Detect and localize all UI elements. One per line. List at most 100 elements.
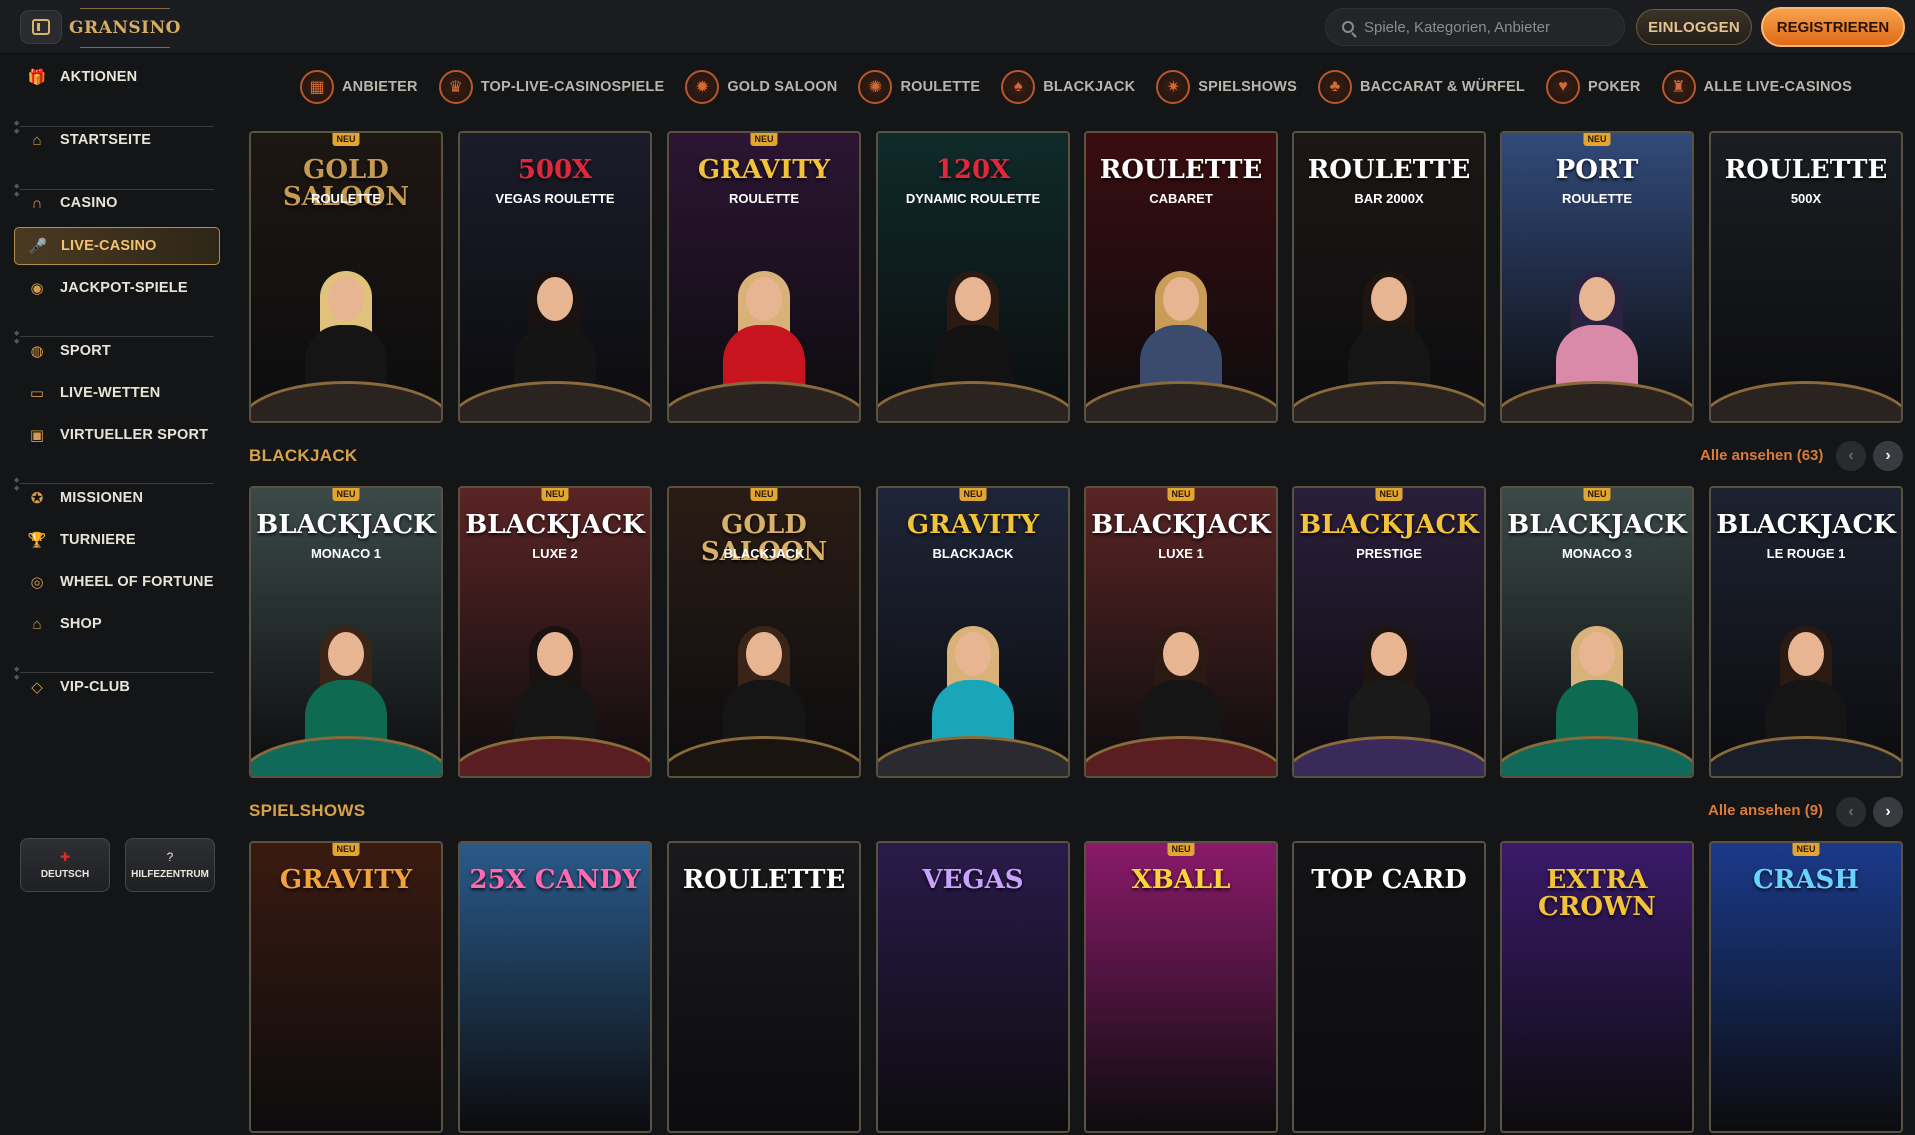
top-header: GRANSINO EINLOGGEN REGISTRIEREN <box>0 0 1915 54</box>
game-title: 500x <box>517 155 593 185</box>
game-tile[interactable]: VEGAS <box>876 841 1070 1133</box>
category-label: GOLD SALOON <box>727 79 838 95</box>
section-title-blackjack: BLACKJACK <box>249 446 358 465</box>
site-logo[interactable]: GRANSINO <box>69 8 180 48</box>
game-subtitle: MONACO 3 <box>1561 546 1633 561</box>
category-label: POKER <box>1587 79 1641 95</box>
search-input[interactable] <box>1364 18 1604 36</box>
sidebar-item-label: SHOP <box>60 616 102 632</box>
new-badge: NEU <box>959 488 987 501</box>
category-label: TOP-LIVE-CASINOSPIELE <box>480 79 665 95</box>
category-top-live-casinospiele[interactable]: ♛ TOP-LIVE-CASINOSPIELE <box>438 70 665 104</box>
game-subtitle: ROULETTE <box>1561 191 1633 206</box>
game-title: BLACKJACK <box>1507 510 1687 540</box>
game-subtitle: ROULETTE <box>728 191 800 206</box>
help-center-button[interactable]: ? HILFEZENTRUM <box>125 838 215 892</box>
gold-saloon-icon: ✹ <box>685 70 720 104</box>
game-title: CRASH <box>1753 865 1859 895</box>
game-subtitle: 500X <box>1790 191 1822 206</box>
game-tile[interactable]: ROULETTE BAR 2000X <box>1292 131 1486 423</box>
category-roulette[interactable]: ✺ ROULETTE <box>858 70 980 104</box>
blackjack-next-button[interactable]: › <box>1873 441 1903 471</box>
game-tile[interactable]: TOP CARD <box>1292 841 1486 1133</box>
game-tile[interactable]: NEU Gold Saloon BLACKJACK <box>667 486 861 778</box>
sidebar-item-live-casino[interactable]: 🎤 LIVE-CASINO <box>14 227 220 265</box>
game-tile[interactable]: BLACKJACK LE ROUGE 1 <box>1709 486 1903 778</box>
sidebar-item-wheel-of-fortune[interactable]: ◎ WHEEL OF FORTUNE <box>14 563 220 601</box>
sidebar-item-label: JACKPOT-SPIELE <box>60 280 188 296</box>
game-tile[interactable]: NEU Gold Saloon ROULETTE <box>249 131 443 423</box>
game-tile[interactable]: ROULETTE CABARET <box>1084 131 1278 423</box>
game-title: Extra Crown <box>1538 865 1656 922</box>
new-badge: NEU <box>541 488 569 501</box>
baccarat-icon: ♣ <box>1317 70 1352 104</box>
sidebar-item-live-wetten[interactable]: ▭ LIVE-WETTEN <box>14 374 220 412</box>
gift-icon: 🎁 <box>27 69 47 86</box>
game-tile[interactable]: NEU BLACKJACK LUXE 1 <box>1084 486 1278 778</box>
game-tile[interactable]: NEU BLACKJACK MONACO 3 <box>1500 486 1694 778</box>
game-tile[interactable]: NEU Xball <box>1084 841 1278 1133</box>
new-badge: NEU <box>1583 133 1611 146</box>
game-title: BLACKJACK <box>465 510 645 540</box>
gameshow-icon: ✷ <box>1156 70 1191 104</box>
language-button[interactable]: ✚ DEUTSCH <box>20 838 110 892</box>
game-subtitle: LE ROUGE 1 <box>1766 546 1846 561</box>
sidebar-item-label: WHEEL OF FORTUNE <box>60 574 214 590</box>
game-tile[interactable]: 500x VEGAS ROULETTE <box>458 131 652 423</box>
login-button[interactable]: EINLOGGEN <box>1636 9 1752 45</box>
game-tile[interactable]: 120x DYNAMIC ROULETTE <box>876 131 1070 423</box>
jackpot-icon: ◉ <box>30 280 44 297</box>
category-blackjack[interactable]: ♠ BLACKJACK <box>1001 70 1135 104</box>
sidebar-item-shop[interactable]: ⌂ SHOP <box>14 605 220 643</box>
swiss-flag-icon: ✚ <box>59 850 71 864</box>
game-tile[interactable]: NEU BLACKJACK LUXE 2 <box>458 486 652 778</box>
sidebar-toggle-button[interactable] <box>20 10 62 44</box>
sidebar-divider <box>14 665 220 681</box>
see-all-spielshows-link[interactable]: Alle ansehen (9) <box>1708 802 1823 819</box>
search-bar[interactable] <box>1325 8 1625 46</box>
game-tile[interactable]: NEU GRAVITY <box>249 841 443 1133</box>
sidebar-item-virtueller-sport[interactable]: ▣ VIRTUELLER SPORT <box>14 416 220 454</box>
game-title: GRAVITY <box>279 865 413 895</box>
sidebar-item-turniere[interactable]: 🏆 TURNIERE <box>14 521 220 559</box>
category-label: ANBIETER <box>342 79 418 95</box>
category-alle-live-casinos[interactable]: ♜ ALLE LIVE-CASINOS <box>1661 70 1852 104</box>
provider-icon: ▦ <box>300 70 334 104</box>
blackjack-row: NEU BLACKJACK MONACO 1 NEU BLACKJACK LUXE 2 NE… <box>249 486 1907 780</box>
new-badge: NEU <box>332 488 360 501</box>
game-tile[interactable]: Extra Crown <box>1500 841 1694 1133</box>
game-tile[interactable]: 25x Candy <box>458 841 652 1133</box>
game-tile[interactable]: ROULETTE <box>667 841 861 1133</box>
category-spielshows[interactable]: ✷ SPIELSHOWS <box>1156 70 1297 104</box>
category-anbieter[interactable]: ▦ ANBIETER <box>300 70 418 104</box>
game-title: Gravity <box>697 155 831 185</box>
blackjack-prev-button[interactable]: ‹ <box>1836 441 1866 471</box>
game-subtitle: LUXE 1 <box>1158 546 1204 561</box>
new-badge: NEU <box>1167 488 1195 501</box>
spielshows-prev-button[interactable]: ‹ <box>1836 797 1866 827</box>
game-subtitle: ROULETTE <box>310 191 382 206</box>
game-tile[interactable]: ROULETTE 500X <box>1709 131 1903 423</box>
sidebar-item-label: VIRTUELLER SPORT <box>60 427 209 443</box>
category-poker[interactable]: ♥ POKER <box>1545 70 1641 104</box>
game-title: Gravity <box>906 510 1040 540</box>
roulette-icon: ✺ <box>858 70 893 104</box>
chevron-left-icon: ‹ <box>1848 447 1854 464</box>
game-title: Xball <box>1131 865 1231 895</box>
new-badge: NEU <box>332 133 360 146</box>
see-all-blackjack-link[interactable]: Alle ansehen (63) <box>1700 447 1823 464</box>
sidebar-item-aktionen[interactable]: 🎁 AKTIONEN <box>14 58 220 96</box>
all-live-icon: ♜ <box>1661 70 1696 104</box>
spielshows-next-button[interactable]: › <box>1873 797 1903 827</box>
game-tile[interactable]: NEU Gravity BLACKJACK <box>876 486 1070 778</box>
game-tile[interactable]: NEU Gravity ROULETTE <box>667 131 861 423</box>
game-tile[interactable]: NEU PORT ROULETTE <box>1500 131 1694 423</box>
game-tile[interactable]: NEU CRASH <box>1709 841 1903 1133</box>
shop-icon: ⌂ <box>32 615 42 633</box>
category-baccarat-w-rfel[interactable]: ♣ BACCARAT & WÜRFEL <box>1317 70 1525 104</box>
game-tile[interactable]: NEU BLACKJACK PRESTIGE <box>1292 486 1486 778</box>
register-button[interactable]: REGISTRIEREN <box>1761 7 1905 47</box>
game-tile[interactable]: NEU BLACKJACK MONACO 1 <box>249 486 443 778</box>
category-gold-saloon[interactable]: ✹ GOLD SALOON <box>685 70 837 104</box>
sidebar-item-jackpot-spiele[interactable]: ◉ JACKPOT-SPIELE <box>14 269 220 307</box>
